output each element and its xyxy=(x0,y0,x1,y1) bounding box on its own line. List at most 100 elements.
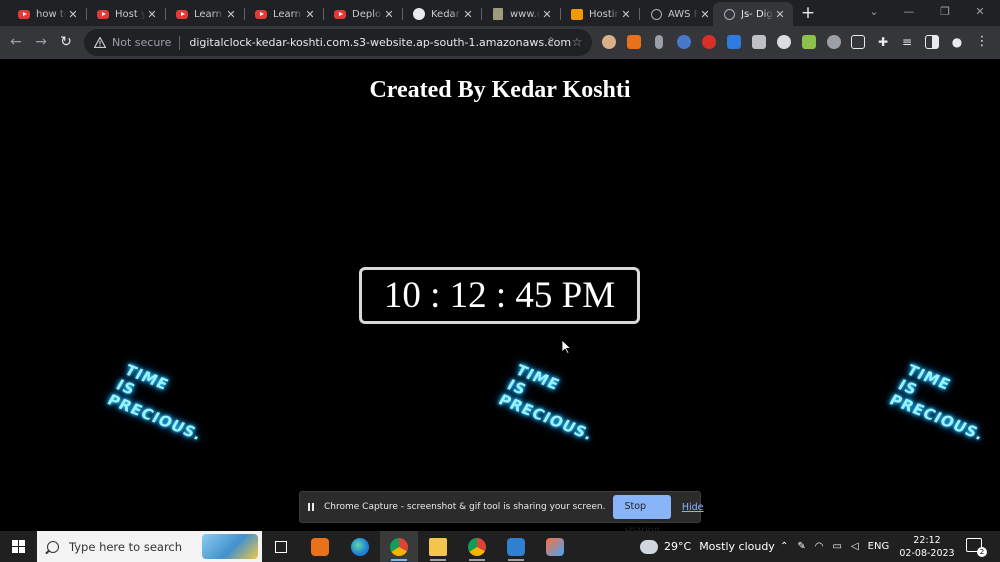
taskbar-clock[interactable]: 22:12 02-08-2023 xyxy=(896,534,958,560)
back-icon[interactable]: ← xyxy=(7,33,25,51)
github-icon xyxy=(413,8,425,20)
reload-icon[interactable]: ↻ xyxy=(57,33,75,51)
language-indicator[interactable]: ENG xyxy=(868,541,890,552)
youtube-icon xyxy=(255,8,267,20)
screenshot-icon[interactable] xyxy=(851,35,865,49)
close-icon[interactable]: ✕ xyxy=(698,8,712,21)
tab-label: Js- Dig xyxy=(741,8,773,20)
close-icon[interactable]: ✕ xyxy=(619,8,633,21)
battery-icon[interactable]: ▭ xyxy=(833,541,842,552)
taskbar-app-edge[interactable] xyxy=(341,531,379,562)
close-window-icon[interactable]: ✕ xyxy=(962,0,998,26)
page-icon xyxy=(492,8,504,20)
adblock-icon[interactable] xyxy=(702,35,716,49)
wifi-icon[interactable]: ◠ xyxy=(815,541,824,552)
digital-clock: 10 : 12 : 45 PM xyxy=(359,267,640,324)
security-label[interactable]: Not secure xyxy=(112,36,171,49)
tab-5[interactable]: Kedark ✕ xyxy=(403,2,481,26)
divider xyxy=(179,35,181,50)
chrome-icon xyxy=(390,537,408,556)
address-bar[interactable]: Not secure digitalclock-kedar-koshti.com… xyxy=(84,29,592,56)
notification-count: 2 xyxy=(977,547,987,557)
screen-share-bar: Chrome Capture - screenshot & gif tool i… xyxy=(299,491,704,536)
taskbar-app-chrome-2[interactable] xyxy=(458,531,496,562)
warning-icon[interactable] xyxy=(94,37,106,48)
close-icon[interactable]: ✕ xyxy=(224,8,238,21)
menu-icon[interactable]: ⋮ xyxy=(975,35,989,49)
extension-translate-icon[interactable] xyxy=(677,35,691,49)
profile-icon[interactable]: ● xyxy=(950,35,964,49)
extension-dev-icon[interactable] xyxy=(727,35,741,49)
start-button[interactable] xyxy=(0,531,36,562)
tab-label: AWS P xyxy=(668,8,698,20)
youtube-icon xyxy=(97,8,109,20)
close-icon[interactable]: ✕ xyxy=(145,8,159,21)
weather-widget[interactable]: 29°C Mostly cloudy xyxy=(640,531,775,562)
tab-4[interactable]: Deploy ✕ xyxy=(324,2,402,26)
tab-label: Learn xyxy=(273,8,301,20)
tab-label: Hostin xyxy=(589,8,619,20)
forward-icon[interactable]: → xyxy=(32,33,50,51)
search-icon xyxy=(47,540,59,553)
extensions-puzzle-icon[interactable]: ✚ xyxy=(876,35,890,49)
tab-3[interactable]: Learn ✕ xyxy=(245,2,323,26)
minimize-icon[interactable]: — xyxy=(891,0,927,26)
pen-icon[interactable]: ✎ xyxy=(797,541,805,552)
speaker-icon[interactable]: ◁ xyxy=(851,541,859,552)
tab-label: Kedark xyxy=(431,8,461,20)
tab-0[interactable]: how to ✕ xyxy=(8,2,86,26)
extension-green-icon[interactable] xyxy=(802,35,816,49)
tab-active[interactable]: Js- Dig ✕ xyxy=(713,2,793,26)
taskbar-app-paint[interactable] xyxy=(536,531,574,562)
taskbar-app-capture[interactable] xyxy=(301,531,339,562)
close-icon[interactable]: ✕ xyxy=(382,8,396,21)
pause-icon xyxy=(308,503,314,511)
taskbar-app-vscode[interactable] xyxy=(497,531,535,562)
extension-bottle-icon[interactable] xyxy=(655,35,663,49)
tab-2[interactable]: Learn ✕ xyxy=(166,2,244,26)
page-content: Created By Kedar Koshti 10 : 12 : 45 PM … xyxy=(0,59,1000,536)
youtube-icon xyxy=(176,8,188,20)
extension-capture-icon[interactable] xyxy=(627,35,641,49)
close-icon[interactable]: ✕ xyxy=(461,8,475,21)
bookmark-star-icon[interactable]: ☆ xyxy=(570,35,584,49)
omnibox-actions: ⇪ ☆ xyxy=(544,35,584,49)
close-icon[interactable]: ✕ xyxy=(773,8,787,21)
youtube-icon xyxy=(18,8,30,20)
close-icon[interactable]: ✕ xyxy=(540,8,554,21)
taskbar-date: 02-08-2023 xyxy=(899,548,955,559)
side-panel-icon[interactable] xyxy=(925,35,939,49)
chrome-icon xyxy=(468,537,486,556)
camera-icon[interactable] xyxy=(752,35,766,49)
close-icon[interactable]: ✕ xyxy=(303,8,317,21)
globe-icon xyxy=(650,8,662,20)
taskbar-time: 22:12 xyxy=(913,535,941,546)
new-tab-button[interactable]: + xyxy=(799,3,817,23)
taskbar-app-explorer[interactable] xyxy=(419,531,457,562)
tab-label: Learn xyxy=(194,8,222,20)
taskbar-app-chrome[interactable] xyxy=(380,531,418,562)
url-text[interactable]: digitalclock-kedar-koshti.com.s3-website… xyxy=(189,36,571,49)
tab-search-icon[interactable]: ⌄ xyxy=(856,0,892,26)
media-queue-icon[interactable]: ≡ xyxy=(900,35,914,49)
taskbar-search[interactable]: Type here to search xyxy=(37,531,262,562)
extension-grey-icon[interactable] xyxy=(827,35,841,49)
restore-icon[interactable]: ❐ xyxy=(927,0,963,26)
close-icon[interactable]: ✕ xyxy=(66,8,80,21)
hide-link[interactable]: Hide xyxy=(682,502,704,513)
chevron-up-icon[interactable]: ⌃ xyxy=(780,541,788,552)
tab-label: www.d xyxy=(510,8,540,20)
stop-sharing-button[interactable]: Stop sharing xyxy=(613,495,671,536)
extension-circle-icon[interactable] xyxy=(777,35,791,49)
paint-icon xyxy=(546,537,564,556)
tab-1[interactable]: Host y ✕ xyxy=(87,2,165,26)
task-view-icon[interactable] xyxy=(262,531,300,562)
tab-6[interactable]: www.d ✕ xyxy=(482,2,560,26)
weather-temp: 29°C xyxy=(664,540,692,553)
tab-7[interactable]: Hostin ✕ xyxy=(561,2,639,26)
share-icon[interactable]: ⇪ xyxy=(544,35,558,49)
search-highlight-image xyxy=(202,534,258,559)
folder-icon xyxy=(429,537,447,556)
tab-8[interactable]: AWS P ✕ xyxy=(640,2,718,26)
extension-avatar-icon[interactable] xyxy=(602,35,616,49)
